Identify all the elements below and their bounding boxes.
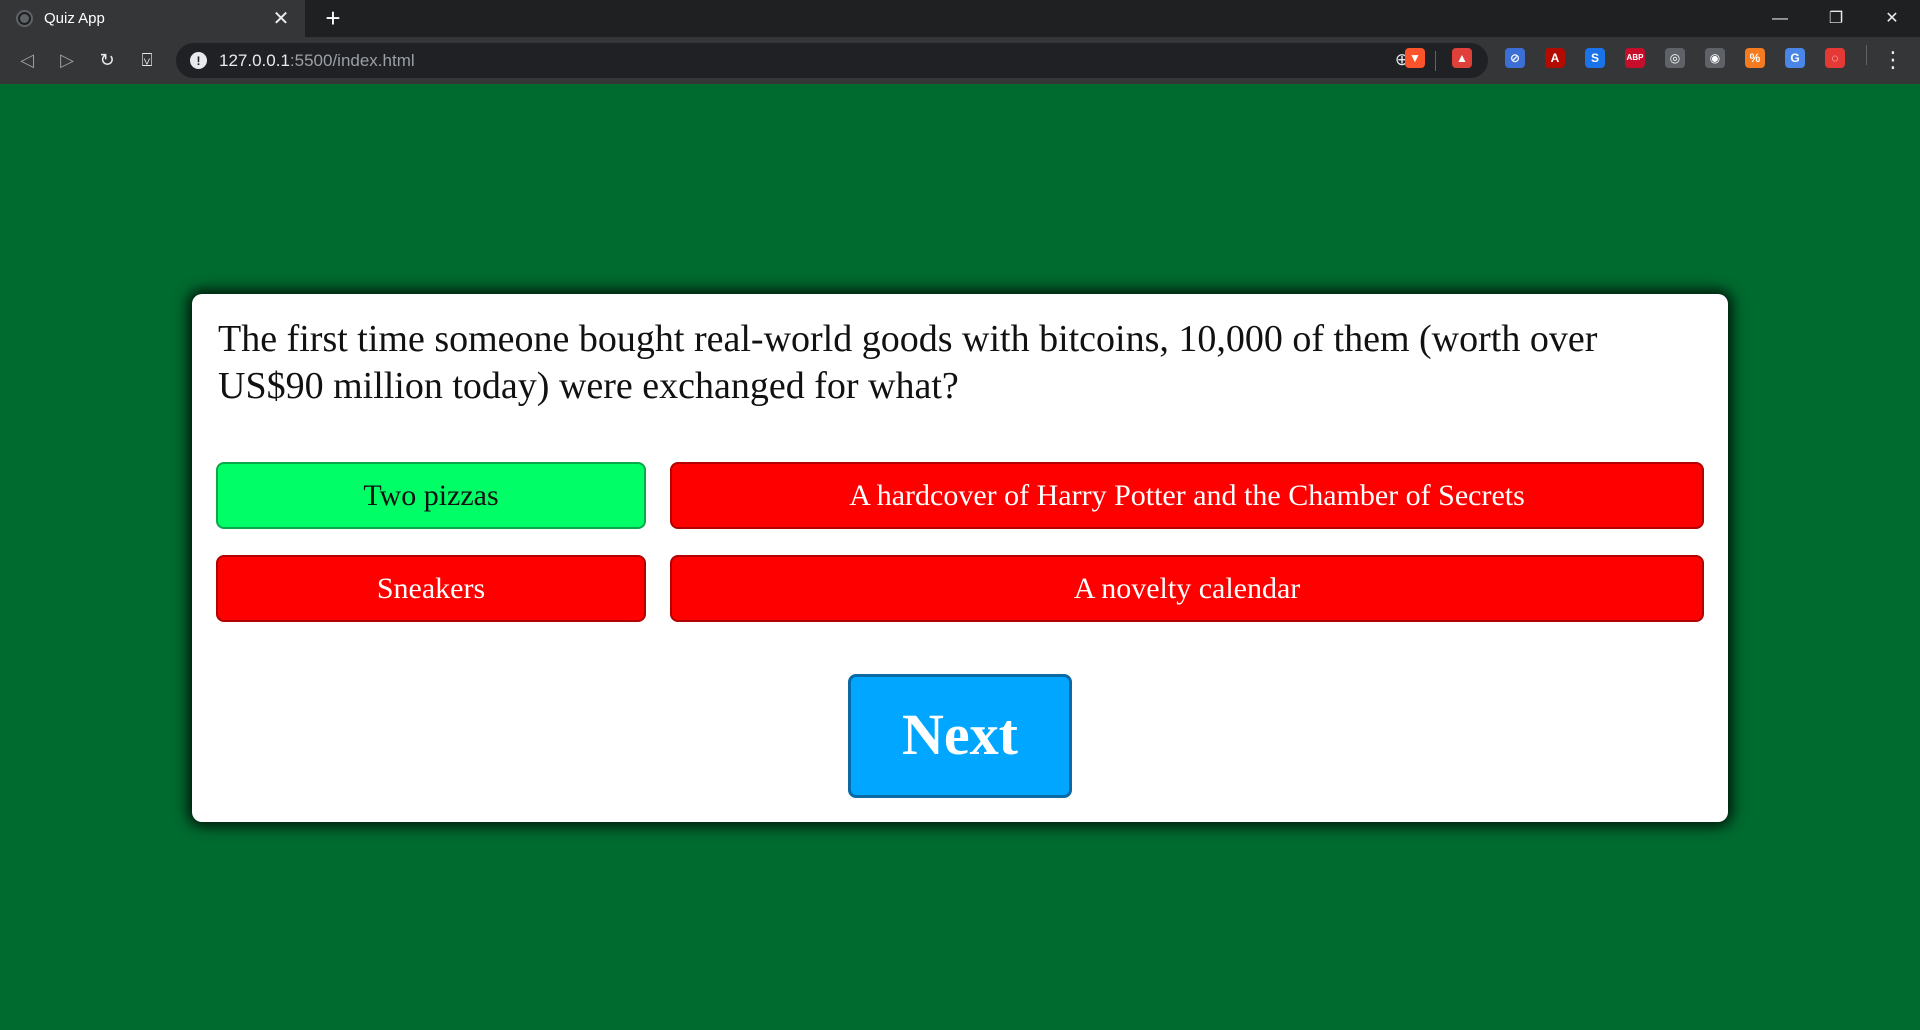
tab-quiz-app[interactable]: Quiz App ✕ — [0, 0, 305, 37]
next-button[interactable]: Next — [848, 674, 1072, 798]
new-tab-button[interactable]: + — [318, 2, 348, 34]
site-info-icon[interactable]: ! — [190, 52, 207, 69]
menu-icon[interactable]: ⋮ — [1880, 47, 1906, 73]
globe-extension-icon[interactable]: ◎ — [1665, 48, 1685, 68]
url-text: 127.0.0.1:5500/index.html — [219, 51, 415, 71]
close-tab-icon[interactable]: ✕ — [267, 6, 295, 31]
reload-icon[interactable]: ↻ — [94, 47, 120, 73]
browser-toolbar: ◁ ▷ ↻ ⍌ ! 127.0.0.1:5500/index.html ⊕ ▼ ▲… — [0, 37, 1920, 84]
tab-title: Quiz App — [44, 10, 105, 27]
acrobat-icon[interactable]: A — [1545, 48, 1565, 68]
browser-tab-bar: Quiz App ✕ + — ❐ ✕ — [0, 0, 1920, 37]
address-bar[interactable]: ! 127.0.0.1:5500/index.html ⊕ — [176, 43, 1488, 78]
percent-extension-icon[interactable]: % — [1745, 48, 1765, 68]
camera-icon[interactable]: ◉ — [1705, 48, 1725, 68]
divider — [1866, 45, 1867, 65]
answer-button[interactable]: A novelty calendar — [670, 555, 1704, 622]
brave-rewards-icon[interactable]: ▲ — [1452, 48, 1472, 68]
minimize-icon[interactable]: — — [1752, 0, 1808, 37]
question-text: The first time someone bought real-world… — [218, 318, 1598, 407]
quiz-card: The first time someone bought real-world… — [192, 294, 1728, 822]
s-extension-icon[interactable]: S — [1585, 48, 1605, 68]
close-window-icon[interactable]: ✕ — [1864, 0, 1920, 37]
restore-icon[interactable]: ❐ — [1808, 0, 1864, 37]
answer-button[interactable]: Two pizzas — [216, 462, 646, 529]
bookmark-icon[interactable]: ⍌ — [134, 47, 160, 73]
url-path: :5500/index.html — [289, 50, 415, 70]
brave-shields-icon[interactable]: ▼ — [1405, 48, 1425, 68]
spiral-extension-icon[interactable]: ◌ — [1825, 48, 1845, 68]
block-icon[interactable]: ⊘ — [1505, 48, 1525, 68]
translate-icon[interactable]: G — [1785, 48, 1805, 68]
globe-icon — [16, 10, 33, 27]
back-icon[interactable]: ◁ — [14, 47, 40, 73]
forward-icon[interactable]: ▷ — [54, 47, 80, 73]
divider — [1435, 51, 1436, 71]
adblock-plus-icon[interactable]: ABP — [1625, 48, 1645, 68]
answer-button[interactable]: A hardcover of Harry Potter and the Cham… — [670, 462, 1704, 529]
url-host: 127.0.0.1 — [219, 50, 290, 70]
answer-button[interactable]: Sneakers — [216, 555, 646, 622]
